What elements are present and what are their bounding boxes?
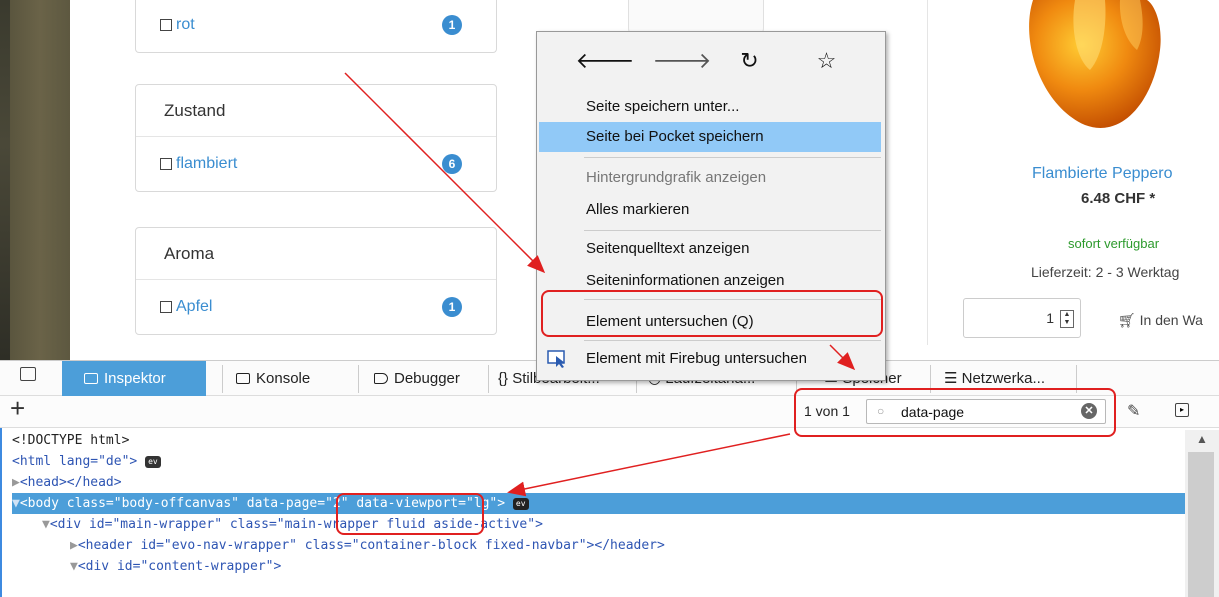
- filter-option-label: Apfel: [176, 298, 213, 315]
- collapse-triangle-icon[interactable]: ▼: [70, 559, 78, 574]
- divider: [488, 365, 489, 393]
- product-price: 6.48 CHF *: [1081, 190, 1156, 207]
- screenshot: rot 1 Zustand flambiert 6 Aroma Apfel 1: [0, 0, 1219, 597]
- element-picker-icon[interactable]: [20, 367, 36, 381]
- add-node-icon[interactable]: +: [10, 393, 25, 424]
- availability-text: sofort verfügbar: [1068, 236, 1160, 251]
- tab-konsole[interactable]: Konsole: [228, 361, 353, 397]
- menu-item-view-background[interactable]: Hintergrundgrafik anzeigen: [539, 163, 881, 193]
- debugger-icon: [374, 373, 388, 384]
- count-badge: 1: [442, 297, 462, 317]
- inspector-icon: [84, 373, 98, 384]
- forward-arrow-icon[interactable]: 🡒: [653, 48, 712, 74]
- checkbox[interactable]: [160, 19, 172, 31]
- menu-item-select-all[interactable]: Alles markieren: [539, 195, 881, 225]
- markup-tree: <!DOCTYPE html> <html lang="de"> ev ▶<he…: [0, 430, 1185, 597]
- event-badge[interactable]: ev: [145, 456, 161, 468]
- annotation-box-inspect: [541, 290, 883, 337]
- menu-item-save-page[interactable]: Seite speichern unter...: [539, 92, 881, 122]
- sidebar-toggle-icon[interactable]: ▸: [1175, 403, 1189, 417]
- tree-node[interactable]: <html lang="de"> ev: [12, 451, 1197, 472]
- filter-heading[interactable]: Aroma: [136, 228, 496, 280]
- menu-separator: [584, 157, 881, 158]
- filter-option-label: flambiert: [176, 155, 238, 172]
- node-text: <html lang="de">: [12, 454, 138, 469]
- collapse-triangle-icon[interactable]: ▼: [12, 496, 20, 511]
- node-text: <!DOCTYPE html>: [12, 433, 130, 448]
- tree-node-selected[interactable]: ▼<body class="body-offcanvas" data-page=…: [12, 493, 1185, 514]
- menu-item-save-to-pocket[interactable]: Seite bei Pocket speichern: [539, 122, 881, 152]
- checkbox[interactable]: [160, 158, 172, 170]
- filter-box-zustand: Zustand flambiert 6: [135, 84, 497, 192]
- cart-icon: 🛒︎: [1118, 312, 1136, 328]
- tab-label: Konsole: [256, 370, 311, 387]
- count-badge: 1: [442, 15, 462, 35]
- menu-item-inspect-firebug[interactable]: Element mit Firebug untersuchen: [539, 344, 881, 374]
- product-image[interactable]: [1015, 0, 1165, 135]
- expand-triangle-icon[interactable]: ▶: [70, 538, 78, 553]
- firebug-inspect-icon: [547, 350, 565, 368]
- menu-separator: [584, 230, 881, 231]
- filter-option-label: rot: [176, 16, 195, 33]
- divider: [358, 365, 359, 393]
- filter-option[interactable]: flambiert 6: [136, 137, 496, 191]
- background-image-strip: [10, 0, 70, 360]
- eyedropper-icon[interactable]: ✎: [1127, 401, 1140, 421]
- context-nav-row: 🡐 🡒 ↻ ☆: [537, 32, 885, 90]
- event-badge[interactable]: ev: [512, 498, 529, 510]
- tab-label: Debugger: [394, 370, 460, 387]
- menu-item-label: Element mit Firebug untersuchen: [586, 350, 807, 367]
- menu-item-view-source[interactable]: Seitenquelltext anzeigen: [539, 234, 881, 264]
- tree-node[interactable]: ▼<div id="content-wrapper">: [70, 556, 1219, 577]
- style-editor-icon: {}: [498, 370, 509, 387]
- tab-debugger[interactable]: Debugger: [366, 361, 486, 397]
- back-arrow-icon[interactable]: 🡐: [576, 48, 635, 74]
- tree-node[interactable]: ▶<head></head>: [12, 472, 1197, 493]
- tree-node[interactable]: ▶<header id="evo-nav-wrapper" class="con…: [70, 535, 1219, 556]
- tree-node[interactable]: ▼<div id="main-wrapper" class="main-wrap…: [42, 514, 1219, 535]
- scroll-up-icon[interactable]: ▲: [1196, 432, 1208, 446]
- background-image-strip: [0, 0, 10, 360]
- filter-heading[interactable]: Zustand: [136, 85, 496, 137]
- console-icon: [236, 373, 250, 384]
- annotation-box-search: [794, 388, 1116, 437]
- product-name-link[interactable]: Flambierte Peppero: [1032, 165, 1173, 183]
- tab-label: Inspektor: [104, 370, 166, 387]
- filter-option[interactable]: rot 1: [136, 0, 496, 52]
- annotation-box-attribute: [336, 493, 484, 535]
- delivery-time: Lieferzeit: 2 - 3 Werktag: [1031, 264, 1180, 280]
- menu-separator: [584, 340, 881, 341]
- bookmark-star-icon[interactable]: ☆: [807, 48, 847, 74]
- tab-inspektor[interactable]: Inspektor: [62, 361, 206, 397]
- node-text: <header id="evo-nav-wrapper" class="cont…: [77, 538, 665, 553]
- tab-label: Netzwerka...: [961, 370, 1045, 387]
- quantity-value: 1: [1046, 310, 1054, 326]
- filter-box-aroma: Aroma Apfel 1: [135, 227, 497, 335]
- spin-arrows-icon[interactable]: ▲ ▼: [1060, 310, 1074, 328]
- expand-triangle-icon[interactable]: ▶: [12, 475, 20, 490]
- checkbox[interactable]: [160, 301, 172, 313]
- reload-icon[interactable]: ↻: [730, 48, 770, 74]
- filter-option[interactable]: Apfel 1: [136, 280, 496, 334]
- scrollbar-thumb[interactable]: [1188, 452, 1214, 597]
- add-to-cart-label: In den Wa: [1139, 312, 1203, 328]
- filter-box-color: rot 1: [135, 0, 497, 53]
- network-icon: ☰: [944, 370, 958, 387]
- divider: [222, 365, 223, 393]
- collapse-triangle-icon[interactable]: ▼: [42, 517, 50, 532]
- node-text: <div id="content-wrapper">: [77, 559, 282, 574]
- node-text: <head></head>: [19, 475, 122, 490]
- quantity-stepper[interactable]: 1 ▲ ▼: [963, 298, 1081, 338]
- count-badge: 6: [442, 154, 462, 174]
- add-to-cart-button[interactable]: 🛒︎ In den Wa: [1118, 312, 1203, 329]
